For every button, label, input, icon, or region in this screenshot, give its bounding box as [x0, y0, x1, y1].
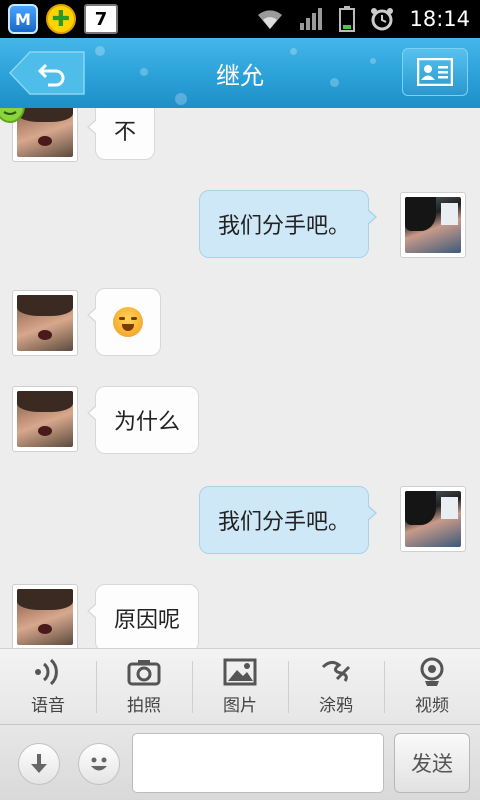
contact-card-icon: [417, 58, 453, 86]
message-bubble-outgoing[interactable]: 我们分手吧。: [199, 190, 378, 258]
message-text: 不: [114, 120, 137, 145]
send-button[interactable]: 发送: [394, 733, 470, 793]
collapse-down-icon: [31, 754, 47, 773]
status-bar: M ✚ 7 18:14: [0, 0, 480, 38]
picture-icon: [223, 657, 257, 687]
voice-icon: [31, 657, 65, 687]
tool-label: 视频: [415, 696, 449, 716]
contact-avatar[interactable]: [12, 584, 78, 648]
camera-button[interactable]: 拍照: [96, 649, 192, 724]
voice-button[interactable]: 语音: [0, 649, 96, 724]
doodle-button[interactable]: 涂鸦: [288, 649, 384, 724]
message-bubble-outgoing[interactable]: 我们分手吧。: [199, 486, 378, 554]
tool-label: 语音: [31, 696, 65, 716]
doodle-icon: [319, 657, 353, 687]
message-text: 我们分手吧。: [218, 510, 351, 535]
message-bubble-incoming[interactable]: 不: [86, 108, 156, 160]
battery-icon: [339, 6, 356, 32]
clock: 18:14: [409, 7, 470, 31]
notification-icons: M ✚ 7: [8, 4, 118, 34]
emoji-button[interactable]: [78, 743, 120, 785]
collapse-toolbar-button[interactable]: [18, 743, 60, 785]
signal-icon: [299, 7, 325, 31]
tool-label: 拍照: [127, 696, 161, 716]
contact-avatar[interactable]: [12, 386, 78, 452]
my-avatar[interactable]: [400, 486, 466, 552]
message-text: 我们分手吧。: [218, 214, 351, 239]
wifi-icon: [255, 7, 285, 31]
message-bubble-incoming[interactable]: 原因呢: [86, 584, 200, 648]
attachment-toolbar: 语音 拍照 图片 涂鸦 视频: [0, 648, 480, 724]
mascot-icon: [0, 108, 25, 123]
security-shield-icon: M: [8, 4, 38, 34]
input-bar: 发送: [0, 724, 480, 800]
tool-label: 图片: [223, 696, 257, 716]
message-text: 为什么: [114, 410, 181, 435]
contact-avatar[interactable]: [12, 290, 78, 356]
picture-button[interactable]: 图片: [192, 649, 288, 724]
my-avatar[interactable]: [400, 192, 466, 258]
camera-icon: [127, 657, 161, 687]
alarm-icon: [369, 6, 395, 32]
message-bubble-incoming[interactable]: [87, 288, 161, 356]
message-bubble-incoming[interactable]: 为什么: [86, 386, 200, 454]
chat-header: 继允: [0, 38, 480, 108]
message-input[interactable]: [132, 733, 384, 793]
video-button[interactable]: 视频: [384, 649, 480, 724]
message-text: 原因呢: [114, 608, 181, 633]
webcam-icon: [415, 657, 449, 687]
crying-laughing-emoji-icon: [113, 307, 143, 337]
plus-app-icon: ✚: [46, 4, 76, 34]
message-list[interactable]: 不 我们分手吧。 为什么 我们分手吧。 原因呢: [0, 108, 480, 648]
calendar-icon: 7: [84, 4, 118, 34]
smiley-icon: [91, 757, 107, 771]
contact-profile-button[interactable]: [402, 48, 468, 96]
tool-label: 涂鸦: [319, 696, 353, 716]
